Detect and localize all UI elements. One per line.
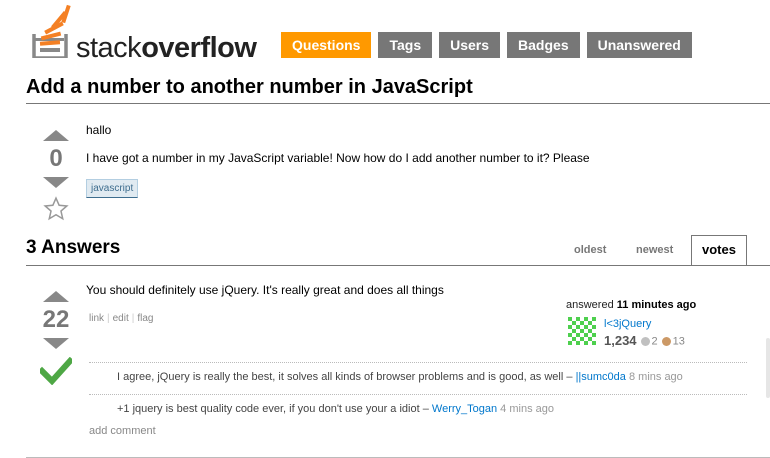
scrollbar[interactable]: [766, 338, 770, 398]
downvote-arrow-icon[interactable]: [43, 177, 69, 188]
question-body: I have got a number in my JavaScript var…: [86, 151, 590, 165]
nav-unanswered[interactable]: Unanswered: [586, 32, 692, 58]
bronze-badge-count: 13: [672, 335, 685, 348]
comment-item: +1 jquery is best quality code ever, if …: [117, 403, 554, 415]
edit-action[interactable]: edit: [113, 313, 129, 324]
answer-action-links: link | edit | flag: [89, 313, 153, 324]
upvote-arrow-icon[interactable]: [43, 130, 69, 141]
sort-tab-votes[interactable]: votes: [691, 235, 747, 266]
silver-badge-count: 2: [651, 335, 658, 348]
sort-tab-newest[interactable]: newest: [636, 244, 673, 256]
user-avatar[interactable]: [566, 315, 598, 347]
sort-tab-oldest[interactable]: oldest: [574, 244, 606, 256]
link-separator: |: [131, 313, 135, 324]
comment-user-link[interactable]: Werry_Togan: [432, 403, 497, 415]
upvote-arrow-icon[interactable]: [43, 291, 69, 302]
user-name-link[interactable]: l<3jQuery: [604, 318, 651, 330]
answers-count-title: 3 Answers: [26, 237, 121, 258]
site-logo[interactable]: stackoverflow: [32, 4, 272, 64]
answer-vote-cell: 22: [37, 291, 75, 390]
flag-action[interactable]: flag: [137, 313, 153, 324]
favorite-star-icon[interactable]: [43, 196, 69, 222]
answer-user-card: answered 11 minutes ago l<3jQuery 1,234 2…: [566, 299, 756, 348]
reputation-score: 1,234: [604, 333, 637, 348]
answer-body: You should definitely use jQuery. It's r…: [86, 283, 444, 297]
accepted-checkmark-icon: [37, 356, 75, 386]
link-action[interactable]: link: [89, 313, 104, 324]
comment-time: 4 mins ago: [500, 403, 554, 415]
comment-item: I agree, jQuery is really the best, it s…: [117, 371, 683, 383]
comment-divider: [89, 362, 747, 363]
comment-text: I agree, jQuery is really the best, it s…: [117, 371, 573, 383]
question-greeting: hallo: [86, 123, 112, 137]
comment-text: +1 jquery is best quality code ever, if …: [117, 403, 429, 415]
nav-users[interactable]: Users: [439, 32, 501, 58]
main-nav: Questions Tags Users Badges Unanswered: [281, 32, 692, 58]
answer-vote-count: 22: [42, 306, 70, 333]
tag-javascript[interactable]: javascript: [86, 179, 139, 198]
add-comment-link[interactable]: add comment: [89, 425, 156, 437]
silver-badge-icon: [640, 337, 650, 347]
question-title[interactable]: Add a number to another number in JavaSc…: [26, 76, 473, 99]
answered-timestamp: answered 11 minutes ago: [566, 299, 697, 311]
title-divider: [26, 103, 770, 104]
stack-logo-icon: [32, 4, 71, 58]
bronze-badge-icon: [661, 337, 671, 347]
nav-questions[interactable]: Questions: [281, 32, 372, 58]
question-vote-count: 0: [49, 145, 63, 172]
question-vote-cell: 0: [41, 130, 71, 227]
nav-tags[interactable]: Tags: [378, 32, 433, 58]
downvote-arrow-icon[interactable]: [43, 338, 69, 349]
comment-user-link[interactable]: ||sumc0da: [576, 371, 626, 383]
user-reputation: 1,234 2 13: [604, 333, 685, 348]
comment-divider: [89, 394, 747, 395]
nav-badges[interactable]: Badges: [507, 32, 580, 58]
link-separator: |: [107, 313, 110, 324]
logo-wordmark: stackoverflow: [76, 32, 257, 64]
answers-divider: [26, 265, 770, 266]
comment-time: 8 mins ago: [628, 371, 683, 383]
